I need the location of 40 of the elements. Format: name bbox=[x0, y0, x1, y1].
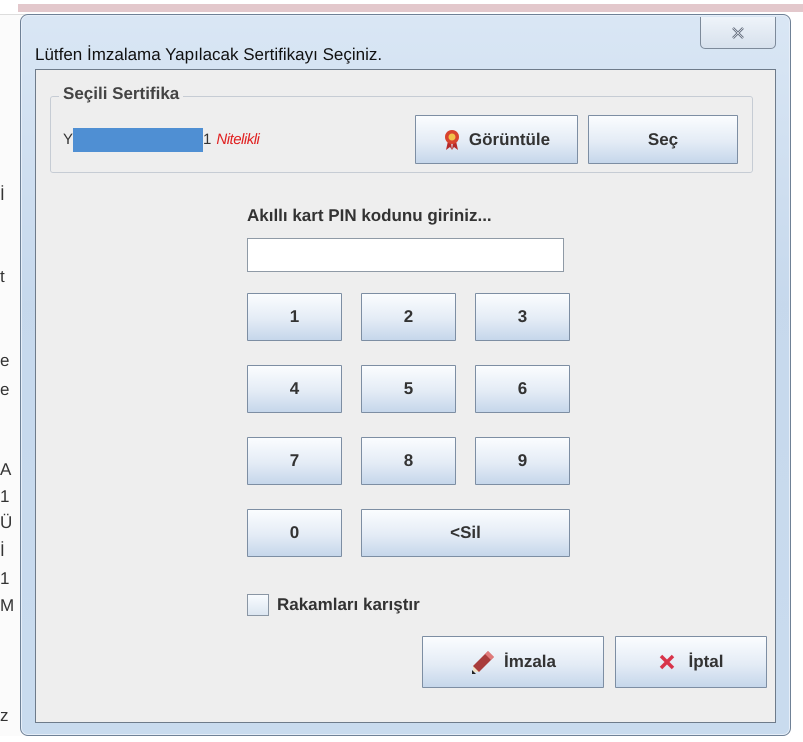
background-text: A bbox=[0, 460, 12, 480]
pencil-icon bbox=[470, 649, 496, 675]
background-text: İ bbox=[0, 185, 5, 205]
background-text: M bbox=[0, 596, 14, 616]
digit-key[interactable]: 4 bbox=[247, 365, 342, 413]
select-button[interactable]: Seç bbox=[588, 115, 738, 164]
shuffle-checkbox[interactable] bbox=[247, 594, 269, 616]
digit-key[interactable]: 3 bbox=[475, 293, 570, 341]
digit-key[interactable]: 0 bbox=[247, 509, 342, 557]
rosette-icon bbox=[442, 128, 461, 150]
digit-key[interactable]: 5 bbox=[361, 365, 456, 413]
background-text: e bbox=[0, 351, 10, 371]
window-title: Lütfen İmzalama Yapılacak Sertifikayı Seçiniz. bbox=[35, 45, 382, 65]
background-text: e bbox=[0, 380, 10, 400]
shuffle-label: Rakamları karıştır bbox=[277, 595, 420, 615]
certificate-name: Y bbox=[63, 131, 74, 148]
digit-key[interactable]: 8 bbox=[361, 437, 456, 485]
background-text: İ bbox=[0, 541, 5, 561]
pin-label: Akıllı kart PIN kodunu giriniz... bbox=[247, 206, 492, 226]
certificate-name: 1 bbox=[203, 131, 212, 148]
background-text: t bbox=[0, 267, 5, 287]
pin-field[interactable] bbox=[247, 238, 564, 272]
cross-icon bbox=[658, 654, 675, 670]
certificate-type: Nitelikli bbox=[216, 131, 260, 148]
background-text: 1 bbox=[0, 487, 10, 507]
view-button[interactable]: Görüntüle bbox=[415, 115, 578, 164]
background-text: 1 bbox=[0, 569, 10, 589]
digit-key[interactable]: 1 bbox=[247, 293, 342, 341]
close-button[interactable] bbox=[700, 17, 776, 49]
cancel-button[interactable]: İptal bbox=[615, 636, 767, 688]
digit-key[interactable]: 7 bbox=[247, 437, 342, 485]
digit-key[interactable]: 9 bbox=[475, 437, 570, 485]
digit-key[interactable]: 2 bbox=[361, 293, 456, 341]
sign-button[interactable]: İmzala bbox=[422, 636, 604, 688]
background-text: Ü bbox=[0, 513, 12, 533]
delete-key[interactable]: <Sil bbox=[361, 509, 570, 557]
close-icon bbox=[731, 26, 745, 38]
group-title: Seçili Sertifika bbox=[59, 84, 184, 104]
digit-key[interactable]: 6 bbox=[475, 365, 570, 413]
background-text: z bbox=[0, 706, 8, 726]
